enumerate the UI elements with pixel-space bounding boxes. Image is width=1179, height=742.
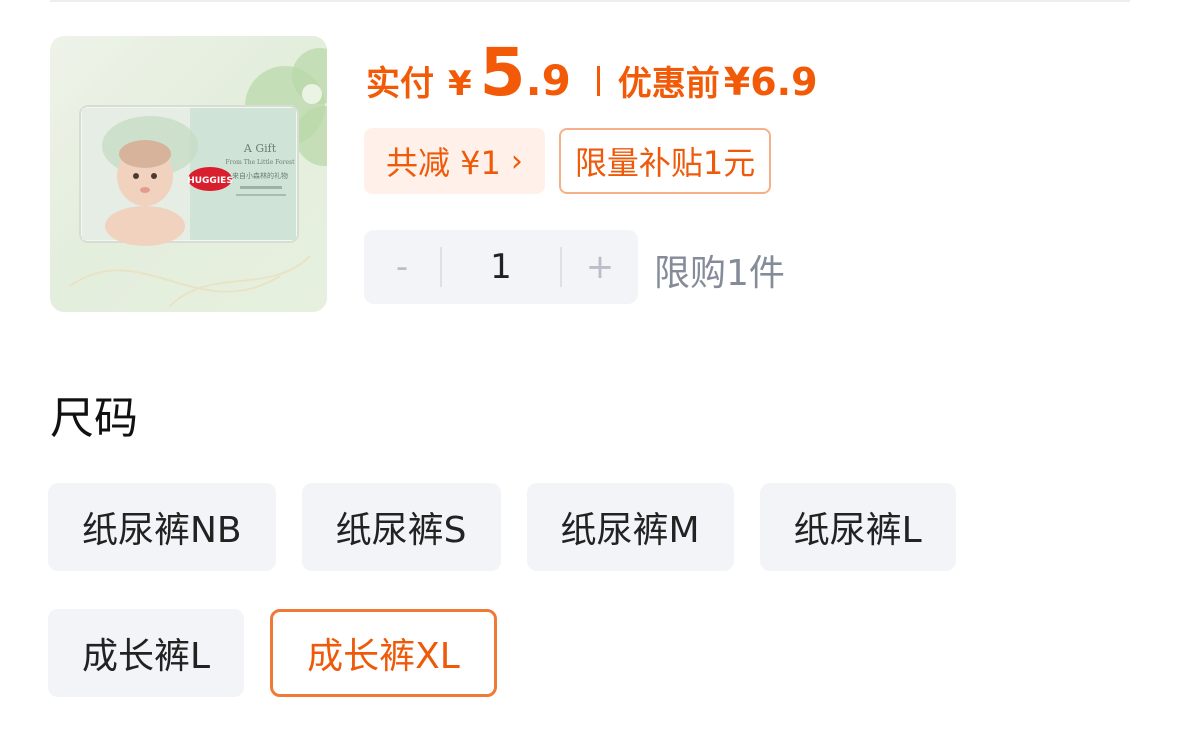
- size-option-pants-l[interactable]: 成长裤L: [48, 609, 245, 697]
- size-option-diaper-l[interactable]: 纸尿裤L: [759, 483, 956, 571]
- size-option-diaper-nb[interactable]: 纸尿裤NB: [48, 483, 276, 571]
- increase-button[interactable]: +: [562, 230, 638, 304]
- size-section-title: 尺码: [50, 393, 138, 444]
- price-separator: [596, 66, 600, 96]
- diaper-package-image: HUGGIES A Gift From The Little Forest 来自…: [69, 48, 327, 307]
- price-integer: 5: [479, 34, 526, 111]
- size-row: 纸尿裤NB 纸尿裤S 纸尿裤M 纸尿裤L: [48, 483, 1148, 571]
- product-image[interactable]: HUGGIES A Gift From The Little Forest 来自…: [50, 36, 327, 312]
- purchase-limit-text: 限购1件: [654, 253, 785, 294]
- subsidy-badge: 限量补贴1元: [558, 128, 772, 194]
- size-option-pants-xl-selected[interactable]: 成长裤XL: [270, 609, 497, 697]
- svg-text:来自小森林的礼物: 来自小森林的礼物: [232, 171, 288, 180]
- size-option-diaper-s[interactable]: 纸尿裤S: [301, 483, 501, 571]
- quantity-stepper: - 1 +: [364, 230, 638, 304]
- price-line: 实付 ¥ 5 .9 优惠前 ¥6.9: [366, 40, 818, 110]
- before-discount-label: 优惠前: [617, 64, 720, 104]
- total-discount-label: 共减 ¥1: [386, 144, 501, 182]
- size-row: 成长裤L 成长裤XL: [48, 609, 1148, 697]
- top-divider: [50, 0, 1130, 2]
- svg-text:HUGGIES: HUGGIES: [187, 176, 233, 186]
- chevron-right-icon: ›: [510, 143, 523, 179]
- size-options: 纸尿裤NB 纸尿裤S 纸尿裤M 纸尿裤L 成长裤L 成长裤XL: [48, 483, 1148, 735]
- plus-icon: +: [585, 247, 615, 287]
- currency-symbol: ¥: [448, 64, 472, 104]
- pay-label: 实付: [366, 64, 434, 104]
- promo-row: 共减 ¥1 › 限量补贴1元: [364, 128, 772, 194]
- before-discount-price: ¥6.9: [723, 60, 818, 104]
- size-option-diaper-m[interactable]: 纸尿裤M: [526, 483, 734, 571]
- minus-icon: -: [395, 247, 409, 287]
- total-discount-chip[interactable]: 共减 ¥1 ›: [364, 128, 545, 194]
- svg-text:From The Little Forest: From The Little Forest: [225, 159, 295, 166]
- svg-text:A Gift: A Gift: [243, 142, 277, 155]
- decrease-button[interactable]: -: [364, 230, 440, 304]
- quantity-input[interactable]: 1: [442, 247, 560, 287]
- subsidy-label: 限量补贴1元: [574, 144, 756, 182]
- price-decimal: .9: [525, 56, 571, 105]
